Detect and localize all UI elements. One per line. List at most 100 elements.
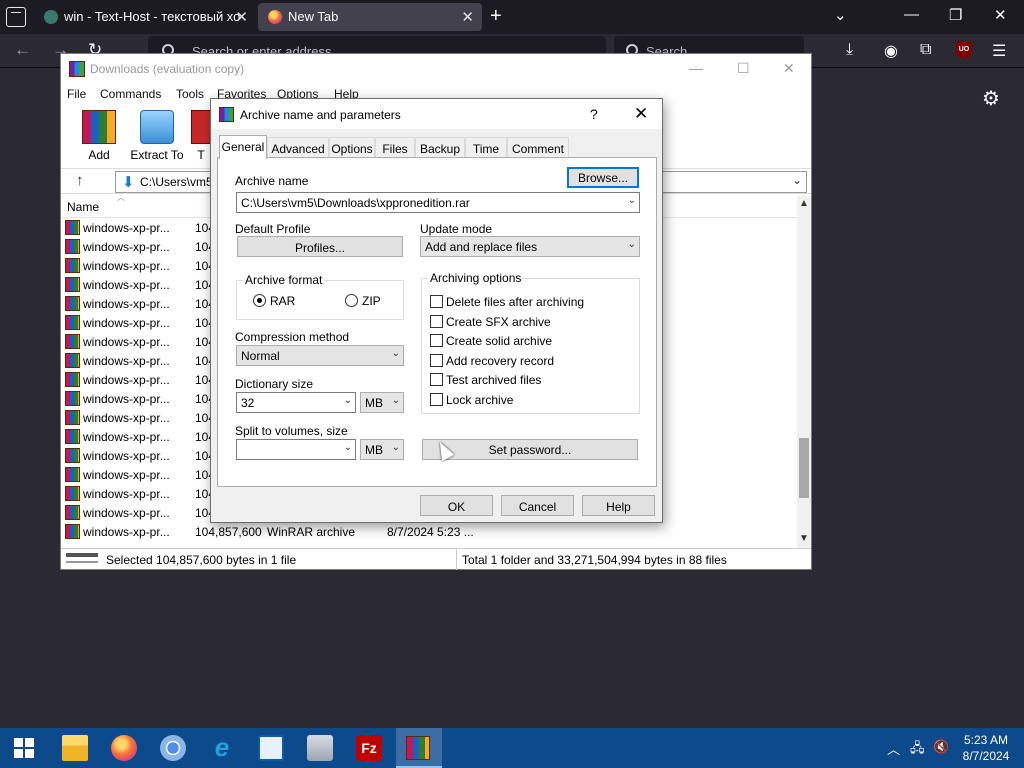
file-name: windows-xp-pr... [83,487,170,501]
browse-button[interactable]: Browse... [567,167,639,188]
scroll-up-icon[interactable]: ▲ [799,198,809,209]
tab-time[interactable]: Time [465,137,507,158]
chevron-down-icon[interactable]: ⌄ [344,442,352,453]
restore-icon[interactable]: ❐ [949,6,962,24]
remote-desktop-icon[interactable] [258,735,284,761]
server-manager-icon[interactable] [307,735,333,761]
compression-method-select[interactable]: Normal ⌄ [236,345,404,366]
file-row[interactable]: windows-xp-pr... 104,857,600 WinRAR archiv… [61,522,797,541]
chevron-down-icon[interactable]: ⌄ [628,195,636,206]
split-unit-select[interactable]: MB ⌄ [360,439,404,460]
ublock-origin-icon[interactable]: UO [956,41,972,59]
scrollbar-thumb[interactable] [799,438,809,498]
update-mode-value: Add and replace files [425,240,538,254]
help-button[interactable]: Help [582,495,655,516]
menu-file[interactable]: File [67,87,86,101]
gear-icon[interactable]: ⚙ [982,86,1000,111]
minimize-icon[interactable]: — [904,6,919,23]
chevron-down-icon[interactable]: ⌄ [792,173,802,187]
system-clock[interactable]: 5:23 AM 8/7/2024 [958,732,1014,764]
update-mode-select[interactable]: Add and replace files ⌄ [420,236,640,257]
scroll-down-icon[interactable]: ▼ [799,533,809,544]
tab-general[interactable]: General [219,135,267,159]
archive-format-group: Archive format RAR ZIP [236,273,404,320]
dictionary-unit-select[interactable]: MB ⌄ [360,392,404,413]
tab-options[interactable]: Options [329,137,375,158]
start-button[interactable] [14,738,34,758]
close-icon[interactable]: ✕ [783,60,795,77]
new-tab-icon[interactable]: + [490,5,502,28]
menu-tools[interactable]: Tools [176,87,204,101]
tab-advanced[interactable]: Advanced [267,137,329,158]
tab-text-host[interactable]: win - Text-Host - текстовый хо ✕ [34,3,256,31]
extensions-icon[interactable]: ⧉ [920,41,931,59]
extract-to-button[interactable]: Extract To [127,110,187,162]
list-all-tabs-icon[interactable]: ⌄ [834,6,847,24]
tab-list-icon[interactable] [6,7,26,27]
test-button[interactable]: T [191,110,211,162]
close-tab-icon[interactable]: ✕ [235,8,248,26]
back-icon[interactable]: ← [14,40,31,60]
chevron-down-icon[interactable]: ⌄ [344,395,352,406]
file-name: windows-xp-pr... [83,278,170,292]
file-name: windows-xp-pr... [83,430,170,444]
file-explorer-icon[interactable] [62,735,88,761]
status-bar: Selected 104,857,600 bytes in 1 file Tot… [61,548,811,570]
file-name: windows-xp-pr... [83,525,170,539]
volume-muted-icon[interactable]: 🔇 [933,739,949,755]
cancel-button[interactable]: Cancel [501,495,574,516]
drive-icon [66,553,98,563]
rar-file-icon [65,315,80,330]
network-icon[interactable]: 🖧 [910,739,925,761]
dictionary-size-select[interactable]: 32 ⌄ [236,392,356,413]
split-volumes-field[interactable]: ⌄ [236,439,356,460]
default-profile-label: Default Profile [235,222,311,236]
option-label: Create solid archive [446,334,553,348]
set-password-button[interactable]: Set password... [422,439,638,460]
show-hidden-icons-icon[interactable]: ︿ [887,739,900,758]
profiles-button[interactable]: Profiles... [237,236,403,257]
close-tab-icon[interactable]: ✕ [461,8,474,26]
tab-comment[interactable]: Comment [507,137,569,158]
firefox-favicon-icon [268,10,282,24]
rar-file-icon [65,505,80,520]
dialog-title: Archive name and parameters [240,108,401,122]
file-name: windows-xp-pr... [83,411,170,425]
downloads-icon[interactable]: ⤓ [846,41,853,59]
close-window-icon[interactable]: ✕ [994,6,1007,24]
winrar-app-icon [219,107,234,122]
menu-icon[interactable]: ☰ [992,41,1006,61]
filezilla-icon[interactable]: Fz [356,735,382,761]
checkbox-icon [430,392,443,406]
tab-files[interactable]: Files [375,137,415,158]
up-folder-icon[interactable]: ↑ [76,172,84,189]
tab-backup[interactable]: Backup [415,137,465,158]
vertical-scrollbar[interactable]: ▲ ▼ [797,196,811,548]
add-button[interactable]: Add [69,110,129,162]
menu-commands[interactable]: Commands [100,87,161,101]
radio-selected-icon [253,294,266,307]
column-name[interactable]: Name [67,200,99,214]
archiving-options-label: Archiving options [428,271,524,285]
ok-button[interactable]: OK [420,495,493,516]
winrar-taskbar-button[interactable] [396,728,442,768]
file-size: 104,857,600 [195,525,262,539]
help-icon[interactable]: ? [590,106,598,122]
format-zip-label: ZIP [362,294,381,308]
chevron-down-icon: ⌄ [627,239,636,250]
archive-dialog: Archive name and parameters ? ✕ General … [210,98,663,523]
maximize-icon[interactable]: ☐ [737,60,750,77]
chevron-down-icon: ⌄ [391,442,400,453]
rar-file-icon [65,429,80,444]
minimize-icon[interactable]: — [689,60,703,76]
rar-file-icon [65,334,80,349]
extract-label: Extract To [130,148,184,162]
internet-explorer-icon[interactable]: e [209,734,235,761]
account-icon[interactable]: ◉ [884,41,898,61]
firefox-icon[interactable] [111,735,137,761]
address-value: C:\Users\vm5 [140,175,213,189]
chrome-icon[interactable] [160,735,186,761]
tab-new-tab[interactable]: New Tab ✕ [258,3,482,31]
archive-name-field[interactable]: C:\Users\vm5\Downloads\xppronedition.rar… [236,192,640,213]
close-icon[interactable]: ✕ [634,104,648,124]
